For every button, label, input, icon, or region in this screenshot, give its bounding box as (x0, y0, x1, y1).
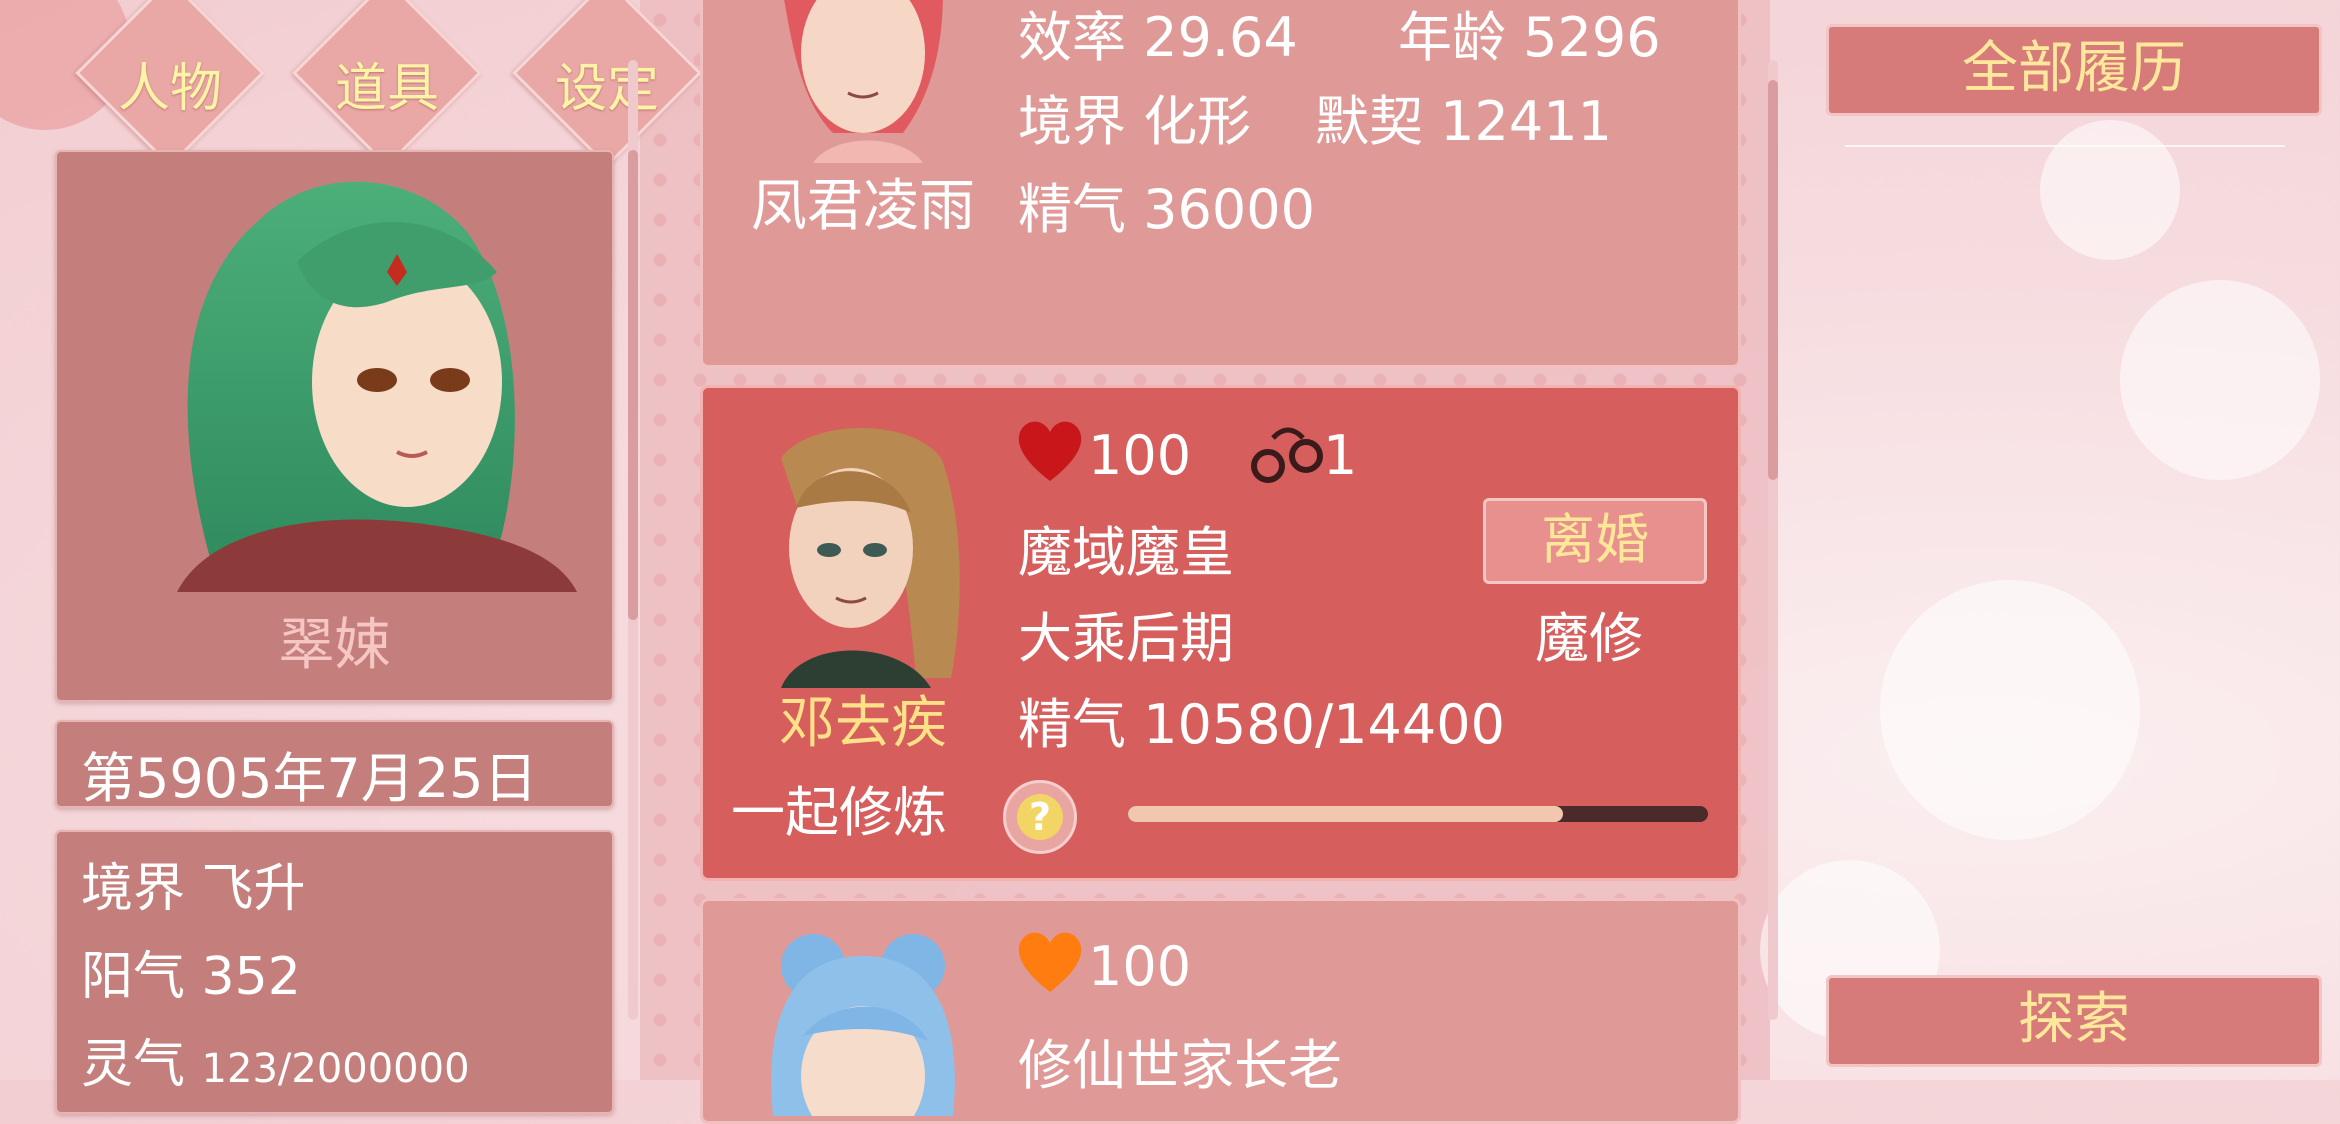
character-essence: 精气 36000 (1018, 178, 1315, 241)
character-name: 凤君凌雨 (751, 174, 975, 239)
history-divider (1845, 145, 2285, 147)
full-history-button[interactable]: 全部履历 (1826, 24, 2322, 116)
cultivation-type: 魔修 (1535, 607, 1643, 670)
character-portrait (784, 0, 943, 163)
character-essence: 精气 10580/14400 (1018, 693, 1505, 756)
heart-icon (1018, 932, 1082, 992)
player-portrait (177, 181, 577, 592)
character-efficiency: 效率 29.64 (1018, 6, 1298, 69)
game-date: 第5905年7月25日 (81, 747, 538, 810)
date-panel: 第5905年7月25日 (55, 720, 614, 810)
right-scrollbar-thumb[interactable] (1768, 80, 1778, 480)
tab-label: 道具 (334, 59, 439, 119)
training-progress-bar (1128, 806, 1708, 822)
background-blossom (2120, 280, 2320, 480)
player-spirit-value: 123/2000000 (201, 1046, 470, 1092)
background-blossom (1880, 580, 2140, 840)
question-icon: ? (1017, 794, 1063, 840)
character-realm: 大乘后期 (1018, 607, 1234, 670)
character-card[interactable]: 凤君凌雨 效率 29.64 年龄 5296 境界 化形 默契 12411 精气 … (700, 0, 1741, 368)
tab-items[interactable]: 道具 (292, 0, 482, 168)
player-spirit: 灵气 123/2000000 (81, 1022, 470, 1097)
character-card[interactable]: 100 修仙世家长老 (700, 898, 1741, 1124)
character-card[interactable]: 邓去疾 100 1 魔域魔皇 离婚 大乘后期 魔修 精气 10580/14400… (700, 385, 1741, 881)
left-scrollbar-thumb[interactable] (628, 150, 638, 620)
explore-button[interactable]: 探索 (1826, 975, 2322, 1067)
help-button[interactable]: ? (1003, 780, 1077, 854)
character-title: 魔域魔皇 (1018, 521, 1234, 584)
player-portrait-panel[interactable]: 翠娕 (55, 150, 614, 702)
character-age: 年龄 5296 (1398, 6, 1661, 69)
divorce-button[interactable]: 离婚 (1483, 498, 1707, 584)
background-blossom (2040, 120, 2180, 260)
affection-value: 100 (1088, 935, 1192, 998)
character-tacit: 默契 12411 (1315, 90, 1612, 153)
character-realm: 境界 化形 (1018, 90, 1252, 153)
player-spirit-label: 灵气 (81, 1035, 186, 1095)
tab-settings[interactable]: 设定 (512, 0, 702, 168)
handcuffs-icon (1251, 427, 1323, 483)
character-portrait (781, 428, 960, 688)
tab-label: 人物 (117, 59, 222, 119)
training-progress-fill (1128, 806, 1563, 822)
player-realm: 境界 飞升 (81, 859, 306, 919)
character-title: 修仙世家长老 (1018, 1034, 1342, 1097)
tab-characters[interactable]: 人物 (75, 0, 265, 168)
handcuffs-count: 1 (1323, 424, 1358, 487)
affection-value: 100 (1088, 424, 1192, 487)
player-yang: 阳气 352 (81, 947, 301, 1007)
player-stats-panel: 境界 飞升 阳气 352 灵气 123/2000000 (55, 830, 614, 1114)
train-together-label: 一起修炼 (731, 781, 947, 844)
character-name: 邓去疾 (779, 691, 947, 756)
tab-label: 设定 (554, 59, 659, 119)
character-portrait (771, 934, 955, 1116)
heart-icon (1018, 421, 1082, 481)
player-name: 翠娕 (278, 613, 391, 678)
